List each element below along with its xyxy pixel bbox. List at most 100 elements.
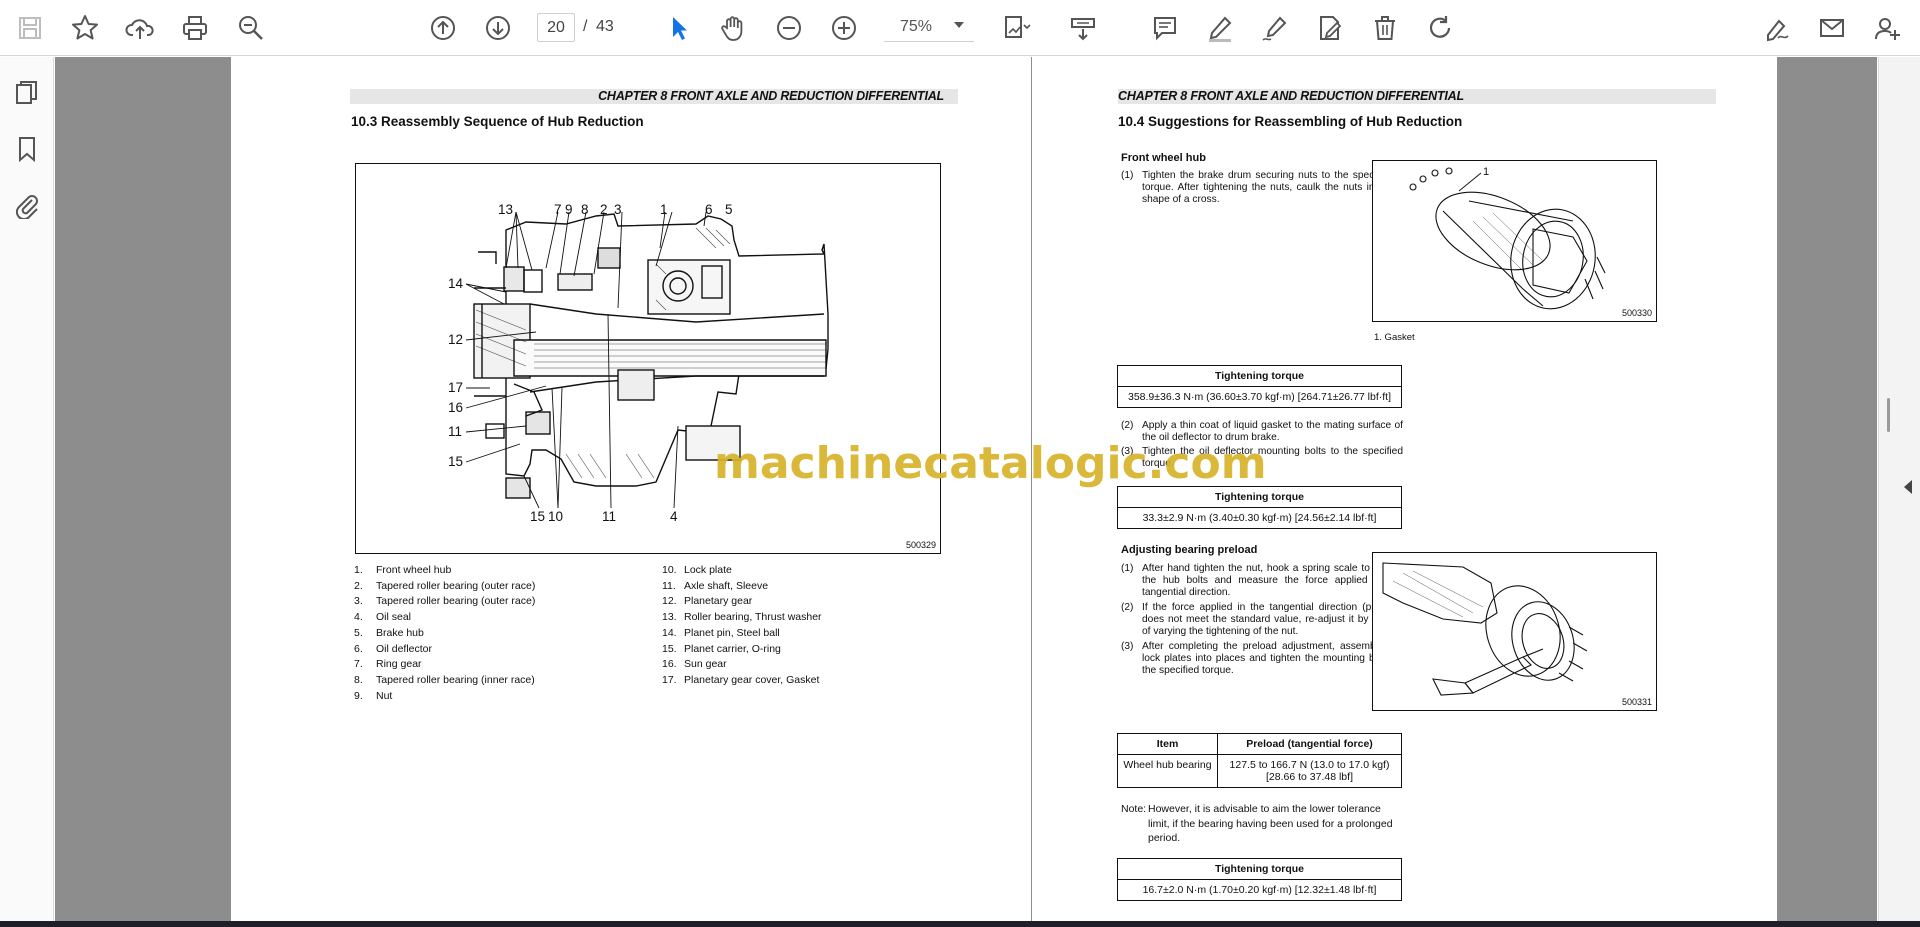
callout-17: 17 xyxy=(448,380,463,395)
email-icon[interactable] xyxy=(1812,8,1852,48)
chapter-header: CHAPTER 8 FRONT AXLE AND REDUCTION DIFFE… xyxy=(1118,89,1716,104)
hub-gasket-drawing: 1 xyxy=(1409,166,1606,310)
scrollbar-thumb[interactable] xyxy=(1887,398,1890,432)
callout-14: 14 xyxy=(448,276,464,291)
gasket-callout: 1 xyxy=(1483,166,1489,178)
hand-pan-icon[interactable] xyxy=(714,8,754,48)
legend-item: 16. Sun gear xyxy=(662,658,727,671)
legend-item: 9. Nut xyxy=(354,689,393,702)
zoom-search-icon[interactable] xyxy=(231,8,271,48)
select-pointer-icon[interactable] xyxy=(659,8,699,48)
callout-1: 1 xyxy=(660,202,668,217)
bookmark-icon[interactable] xyxy=(11,133,43,165)
top-toolbar: 20 / 43 75% xyxy=(0,0,1920,56)
comment-icon[interactable] xyxy=(1145,8,1185,48)
adjust-step-1-text: (1) After hand tighten the nut, hook a sp… xyxy=(1121,563,1403,599)
callout-12: 12 xyxy=(448,332,463,347)
parts-legend-right: 10. Lock plate 11. Axle shaft, Sleeve 12. P… xyxy=(662,563,822,689)
parts-legend-left: 1. Front wheel hub 2. Tapered roller beari… xyxy=(354,563,535,704)
callout-8: 8 xyxy=(581,202,589,217)
document-viewport[interactable]: CHAPTER 8 FRONT AXLE AND REDUCTION DIFFE… xyxy=(55,57,1877,921)
callout-15-bottom: 15 xyxy=(530,509,545,524)
legend-item: 3. Tapered roller bearing (outer race) xyxy=(354,595,536,608)
callout-13: 13 xyxy=(498,202,513,217)
chevron-down-icon[interactable] xyxy=(954,22,964,28)
preload-value: 127.5 to 166.7 N (13.0 to 17.0 kgf) [28.… xyxy=(1217,754,1402,788)
page-up-icon[interactable] xyxy=(423,8,463,48)
callout-6: 6 xyxy=(705,202,713,217)
callout-5: 5 xyxy=(725,202,733,217)
legend-item: 17. Planetary gear cover, Gasket xyxy=(662,673,820,686)
print-icon[interactable] xyxy=(175,8,215,48)
legend-item: 4. Oil seal xyxy=(354,611,412,624)
star-icon[interactable] xyxy=(65,8,105,48)
torque-value: 358.9±36.3 N·m (36.60±3.70 kgf·m) [264.7… xyxy=(1117,386,1402,408)
legend-item: 13. Roller bearing, Thrust washer xyxy=(662,611,822,624)
gasket-figure: 1 500330 xyxy=(1372,160,1657,322)
spring-scale-drawing xyxy=(1382,562,1588,696)
torque-header: Tightening torque xyxy=(1117,365,1402,387)
callout-10: 10 xyxy=(548,509,563,524)
cloud-upload-icon[interactable] xyxy=(120,8,160,48)
collapse-right-panel-arrow[interactable] xyxy=(1904,480,1912,494)
callout-11: 11 xyxy=(448,424,462,439)
scroll-mode-icon[interactable] xyxy=(1063,8,1103,48)
hub-reduction-diagram: 13 7 9 8 2 3 1 6 5 14 12 17 16 11 15 15 … xyxy=(355,163,941,554)
torque-table-2: Tightening torque 33.3±2.9 N·m (3.40±0.3… xyxy=(1117,486,1402,529)
callout-15: 15 xyxy=(448,454,463,469)
legend-item: 8. Tapered roller bearing (inner race) xyxy=(354,673,535,686)
taskbar-edge xyxy=(0,921,1920,927)
page-thumbnails-icon[interactable] xyxy=(11,77,43,109)
figure-code: 500331 xyxy=(1621,697,1652,707)
legend-item: 7. Ring gear xyxy=(354,658,422,671)
preload-table: Item Preload (tangential force) Wheel hu… xyxy=(1117,733,1402,788)
hub-cross-section-drawing: 13 7 9 8 2 3 1 6 5 14 12 17 16 11 15 15 … xyxy=(448,202,829,524)
legend-item: 6. Oil deflector xyxy=(354,642,433,655)
preload-note: Note: However, it is advisable to aim th… xyxy=(1121,803,1393,844)
legend-item: 10. Lock plate xyxy=(662,564,732,576)
legend-item: 2. Tapered roller bearing (outer race) xyxy=(354,579,536,592)
highlight-pen-icon[interactable] xyxy=(1200,8,1240,48)
callout-9: 9 xyxy=(565,202,573,217)
vertical-scrollbar[interactable] xyxy=(1878,57,1920,921)
page-left: CHAPTER 8 FRONT AXLE AND REDUCTION DIFFE… xyxy=(231,57,1031,921)
watermark-text: machinecatalogic.com xyxy=(714,438,1267,489)
section-title: 10.3 Reassembly Sequence of Hub Reductio… xyxy=(351,114,644,129)
delete-icon[interactable] xyxy=(1365,8,1405,48)
gasket-caption: 1. Gasket xyxy=(1374,332,1415,343)
fill-sign-icon[interactable] xyxy=(1757,8,1797,48)
callout-11-bottom: 11 xyxy=(602,509,616,524)
callout-16: 16 xyxy=(448,400,463,415)
legend-item: 1. Front wheel hub xyxy=(354,564,452,576)
attachment-icon[interactable] xyxy=(11,189,43,221)
page-down-icon[interactable] xyxy=(478,8,518,48)
rotate-icon[interactable] xyxy=(1420,8,1460,48)
figure-code: 500329 xyxy=(905,540,936,550)
spring-scale-figure: 500331 xyxy=(1372,552,1657,711)
pdf-viewer-app: 20 / 43 75% CHAPTER 8 FRONT AXLE AND RED… xyxy=(0,0,1920,927)
preload-item: Wheel hub bearing xyxy=(1117,754,1218,788)
zoom-out-icon[interactable] xyxy=(769,8,809,48)
save-icon[interactable] xyxy=(10,8,50,48)
zoom-in-icon[interactable] xyxy=(824,8,864,48)
draw-sign-icon[interactable] xyxy=(1255,8,1295,48)
legend-item: 15. Planet carrier, O-ring xyxy=(662,642,781,655)
chapter-header: CHAPTER 8 FRONT AXLE AND REDUCTION DIFFE… xyxy=(350,89,958,104)
torque-header: Tightening torque xyxy=(1117,486,1402,508)
total-pages: 43 xyxy=(596,18,614,35)
torque-value: 16.7±2.0 N·m (1.70±0.20 kgf·m) [12.32±1.… xyxy=(1117,879,1402,901)
adjust-step-2-text: (2) If the force applied in the tangentia… xyxy=(1121,602,1403,638)
section-title: 10.4 Suggestions for Reassembling of Hub… xyxy=(1118,114,1463,129)
subhead-front-wheel-hub: Front wheel hub xyxy=(1121,152,1206,164)
page-number-input[interactable]: 20 xyxy=(537,13,575,42)
legend-item: 12. Planetary gear xyxy=(662,595,753,608)
page-fit-icon[interactable] xyxy=(996,8,1036,48)
subhead-adjusting-preload: Adjusting bearing preload xyxy=(1121,544,1258,556)
torque-header: Tightening torque xyxy=(1117,858,1402,880)
torque-table-1: Tightening torque 358.9±36.3 N·m (36.60±… xyxy=(1117,365,1402,408)
callout-4: 4 xyxy=(670,509,678,524)
share-user-icon[interactable] xyxy=(1868,8,1908,48)
torque-value: 33.3±2.9 N·m (3.40±0.30 kgf·m) [24.56±2.… xyxy=(1117,507,1402,529)
page-separator: / xyxy=(583,18,588,35)
edit-pdf-icon[interactable] xyxy=(1310,8,1350,48)
